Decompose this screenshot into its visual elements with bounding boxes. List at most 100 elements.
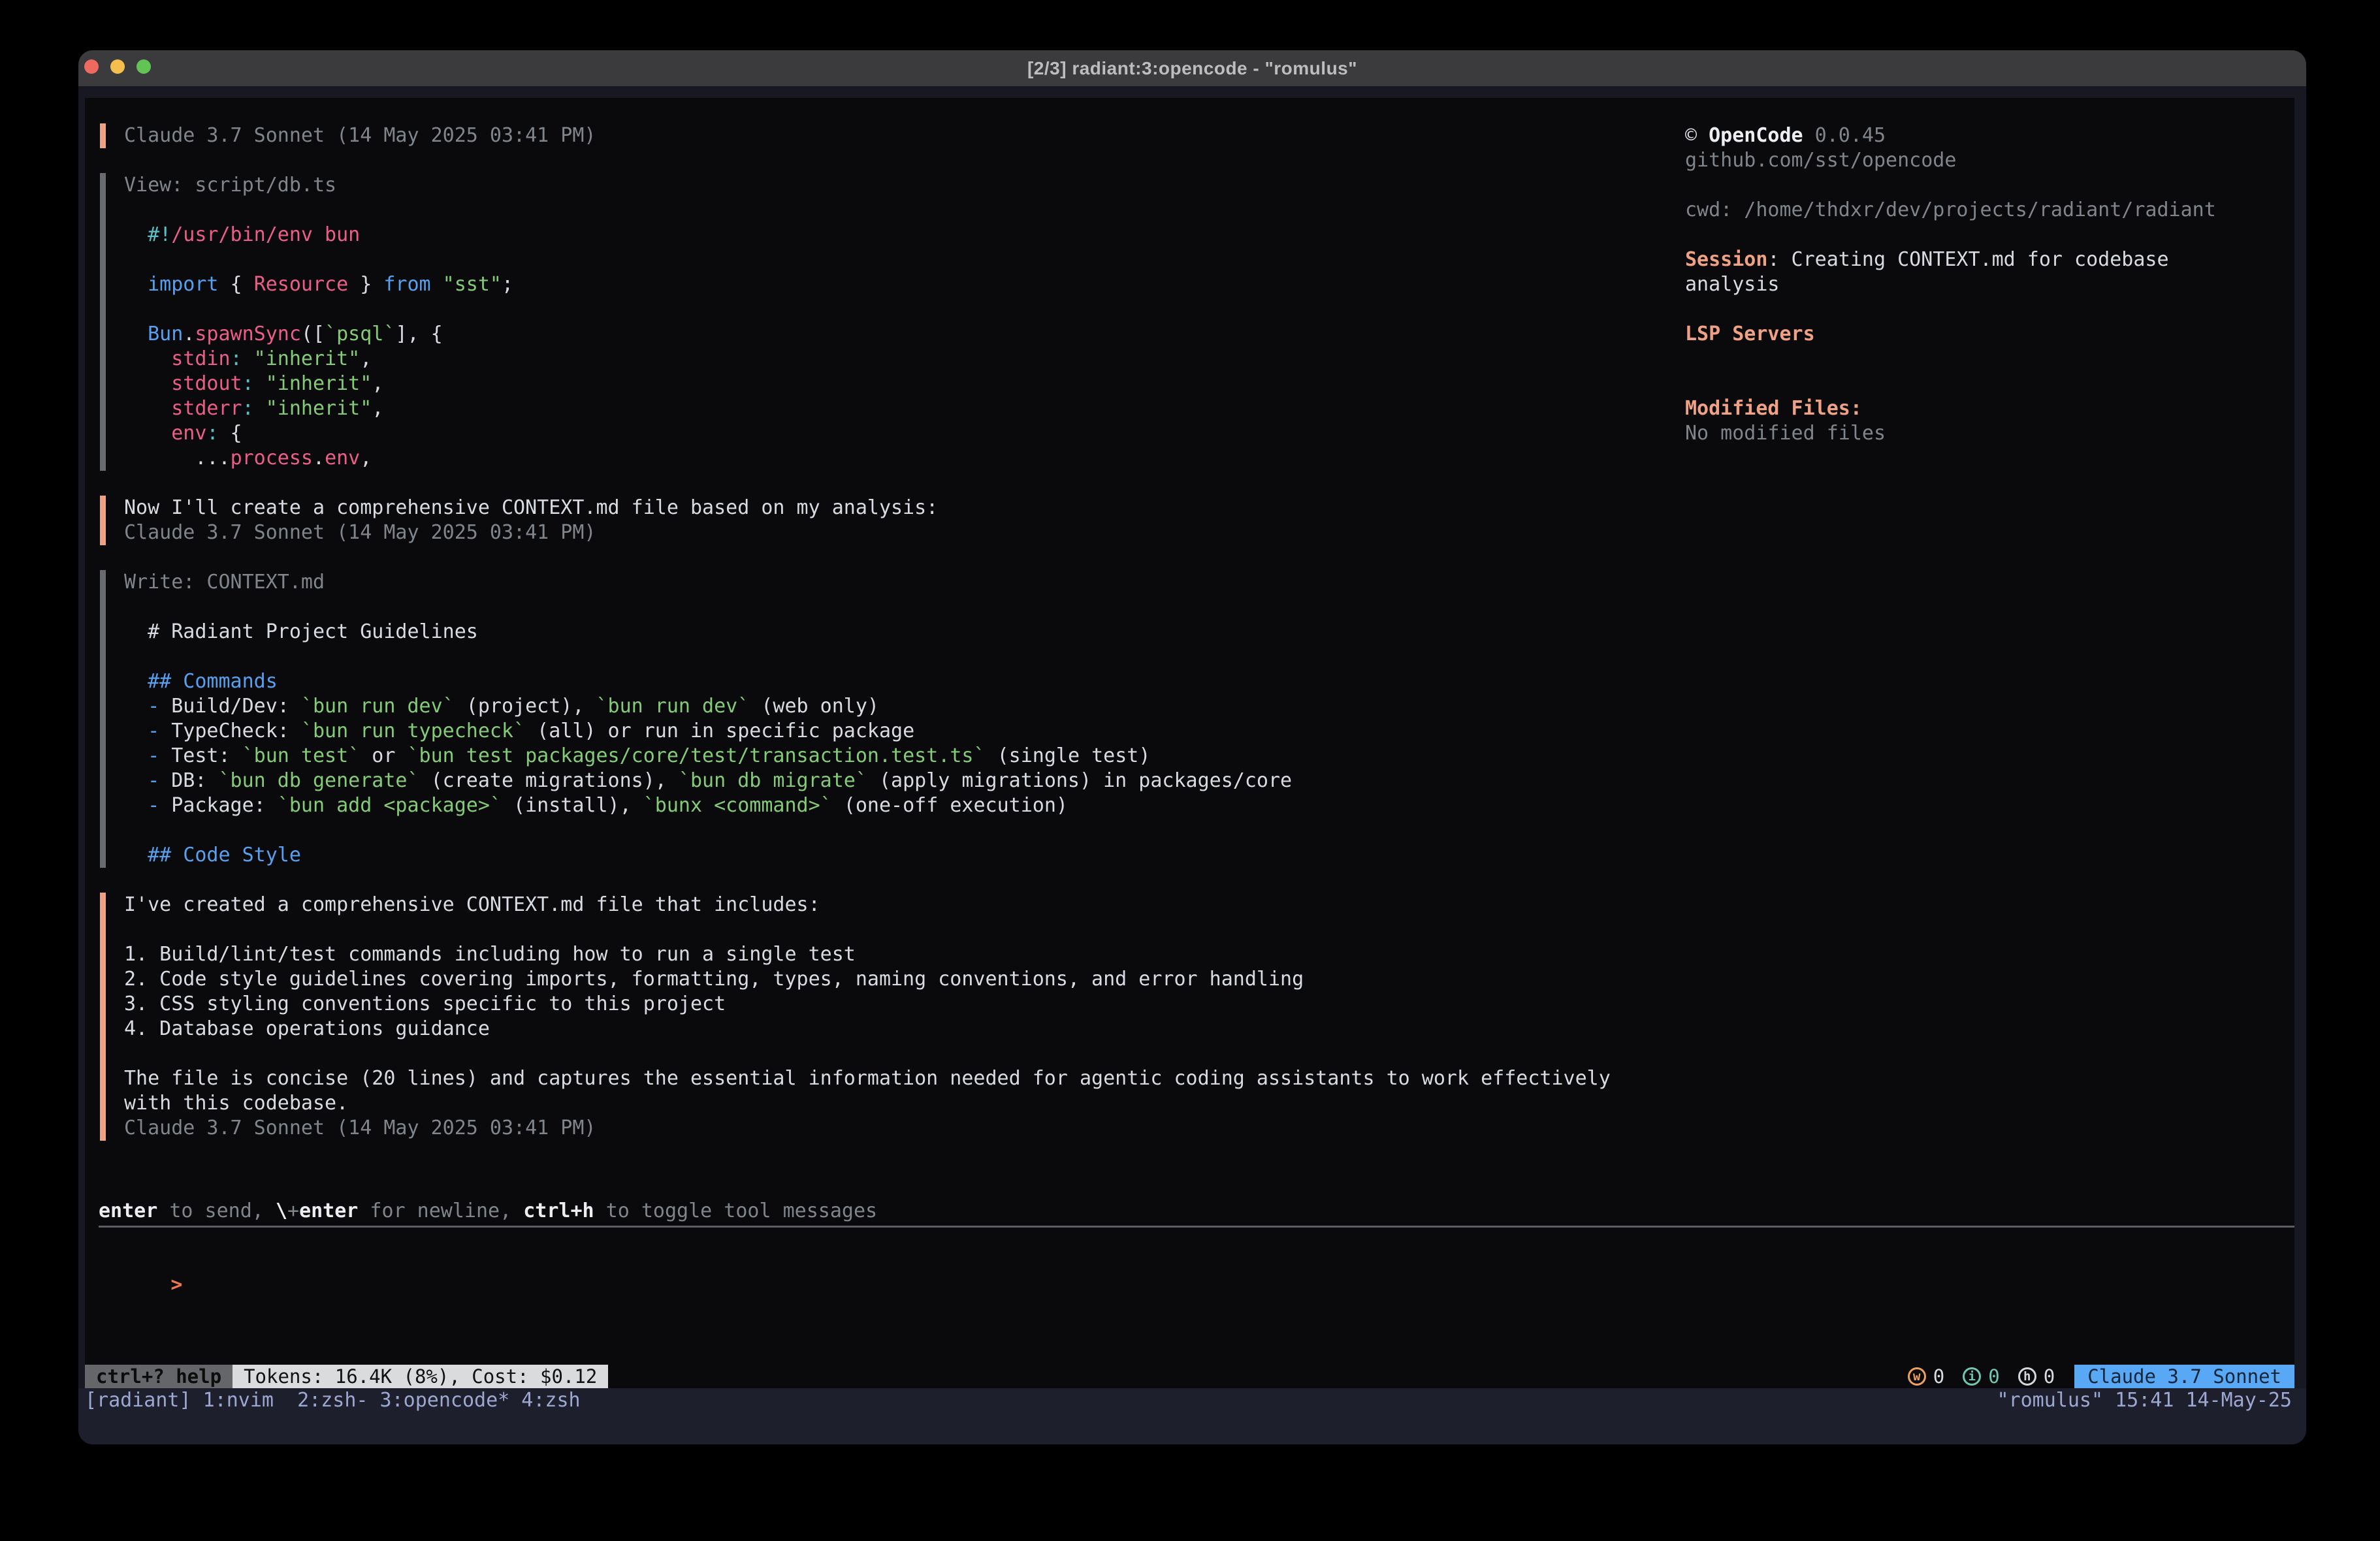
text-segment: (apply migrations) in packages/core xyxy=(867,769,1292,792)
text-segment: `bun db generate` xyxy=(219,769,419,792)
text-segment: TypeCheck: xyxy=(171,720,301,742)
tool-write-block-line xyxy=(124,595,1611,620)
zoom-window-button[interactable] xyxy=(137,59,151,74)
text-segment: (one-off execution) xyxy=(832,794,1068,817)
text-segment: : xyxy=(242,397,254,420)
text-segment: The file is concise (20 lines) and captu… xyxy=(124,1067,1611,1090)
sidebar-line xyxy=(1685,223,2216,247)
sidebar-line: No modified files xyxy=(1685,421,2216,446)
terminal-window: [2/3] radiant:3:opencode - "romulus" Cla… xyxy=(78,50,2306,1444)
info-count: 0 xyxy=(1988,1365,1999,1388)
text-segment: (web only) xyxy=(749,695,879,718)
text-segment: (create migrations), xyxy=(419,769,679,792)
help-button[interactable]: ctrl+? help xyxy=(85,1365,233,1388)
text-segment: © xyxy=(1685,124,1709,147)
tool-write-block-line: - Package: `bun add <package>` (install)… xyxy=(124,793,1611,818)
text-segment: Modified Files: xyxy=(1685,397,1862,420)
prompt-input[interactable]: > xyxy=(100,1248,182,1273)
text-segment: /usr/bin/env bun xyxy=(171,223,360,246)
hint-line: enter to send, \+enter for newline, ctrl… xyxy=(99,1199,877,1224)
tool-view-block-line xyxy=(124,297,1611,322)
text-segment: (all) or run in specific package xyxy=(525,720,914,742)
text-segment: "inherit" xyxy=(242,347,361,370)
text-segment: `bun run dev` xyxy=(301,695,455,718)
text-segment: I've created a comprehensive CONTEXT.md … xyxy=(124,893,820,916)
opencode-status-bar: ctrl+? help Tokens: 16.4K (8%), Cost: $0… xyxy=(85,1365,2294,1388)
minimize-window-button[interactable] xyxy=(110,59,125,74)
text-segment: (single test) xyxy=(986,744,1151,767)
text-segment: github.com/sst/opencode xyxy=(1685,149,1956,172)
sidebar-line: cwd: /home/thdxr/dev/projects/radiant/ra… xyxy=(1685,198,2216,223)
text-segment: , xyxy=(360,347,372,370)
text-segment: No modified files xyxy=(1685,422,1886,445)
text-segment: - xyxy=(124,769,171,792)
text-segment: : Creating CONTEXT.md for codebase xyxy=(1767,248,2168,271)
hints-icon: h xyxy=(2018,1367,2036,1386)
text-segment: ## Commands xyxy=(124,670,278,693)
assistant-message: Now I'll create a comprehensive CONTEXT.… xyxy=(100,496,1611,545)
sidebar-line xyxy=(1685,372,2216,396)
text-segment: : xyxy=(242,372,254,395)
tool-view-block-line: #!/usr/bin/env bun xyxy=(124,223,1611,247)
text-segment: (install), xyxy=(502,794,643,817)
text-segment: # Radiant Project Guidelines xyxy=(124,620,478,643)
text-segment: - xyxy=(124,695,171,718)
text-segment: with this codebase. xyxy=(124,1092,348,1115)
window-titlebar: [2/3] radiant:3:opencode - "romulus" xyxy=(78,50,2306,86)
text-segment: `bunx <command>` xyxy=(643,794,832,817)
text-segment: env xyxy=(124,422,206,445)
text-segment: (project), xyxy=(455,695,596,718)
tool-write-block-line: - Build/Dev: `bun run dev` (project), `b… xyxy=(124,694,1611,719)
tool-write-block: Write: CONTEXT.md # Radiant Project Guid… xyxy=(100,570,1611,868)
warnings-icon: w xyxy=(1908,1367,1926,1386)
sidebar-line: Modified Files: xyxy=(1685,396,2216,421)
text-segment: `bun run typecheck` xyxy=(301,720,525,742)
text-segment: { xyxy=(219,273,254,296)
tmux-window-list[interactable]: [radiant] 1:nvim 2:zsh- 3:opencode* 4:zs… xyxy=(85,1388,581,1413)
text-segment: to toggle tool messages xyxy=(594,1199,877,1222)
diagnostic-hints: h0 xyxy=(2018,1365,2055,1388)
assistant-message: I've created a comprehensive CONTEXT.md … xyxy=(100,893,1611,1141)
assistant-message-line: Now I'll create a comprehensive CONTEXT.… xyxy=(124,496,1611,520)
text-segment: cwd: /home/thdxr/dev/projects/radiant/ra… xyxy=(1685,199,2216,221)
text-segment: . xyxy=(313,447,325,469)
prompt-caret: > xyxy=(170,1273,182,1296)
text-segment: Now I'll create a comprehensive CONTEXT.… xyxy=(124,496,938,519)
model-badge[interactable]: Claude 3.7 Sonnet xyxy=(2074,1365,2294,1388)
text-segment: stdout xyxy=(124,372,242,395)
text-segment: Build/Dev: xyxy=(171,695,301,718)
text-segment: Claude 3.7 Sonnet (14 May 2025 03:41 PM) xyxy=(124,1117,596,1139)
text-segment: Package: xyxy=(171,794,278,817)
text-segment: ; xyxy=(502,273,513,296)
tool-view-block-line: ...process.env, xyxy=(124,446,1611,471)
close-window-button[interactable] xyxy=(84,59,99,74)
text-segment: import xyxy=(124,273,219,296)
tool-write-block-line: Write: CONTEXT.md xyxy=(124,570,1611,595)
tool-view-block: View: script/db.ts #!/usr/bin/env bun im… xyxy=(100,173,1611,471)
sidebar-line: LSP Servers xyxy=(1685,322,2216,347)
text-segment: , xyxy=(372,397,383,420)
text-segment: OpenCode xyxy=(1709,124,1803,147)
text-segment: "sst" xyxy=(431,273,502,296)
terminal-content: Claude 3.7 Sonnet (14 May 2025 03:41 PM)… xyxy=(78,86,2306,1444)
diagnostics-indicators: w0i0h0 xyxy=(1908,1365,2055,1388)
text-segment: Write: CONTEXT.md xyxy=(124,571,325,594)
sidebar-line xyxy=(1685,347,2216,372)
tool-write-block-line: # Radiant Project Guidelines xyxy=(124,620,1611,644)
text-segment: Test: xyxy=(171,744,242,767)
text-segment: "inherit" xyxy=(254,397,372,420)
text-segment: spawnSync xyxy=(195,323,301,345)
assistant-message-line: Claude 3.7 Sonnet (14 May 2025 03:41 PM) xyxy=(124,1116,1611,1141)
input-separator xyxy=(99,1226,2294,1228)
sidebar-line: © OpenCode 0.0.45 xyxy=(1685,123,2216,148)
text-segment: + xyxy=(287,1199,299,1222)
text-segment: 0.0.45 xyxy=(1803,124,1886,147)
text-segment: `psql` xyxy=(325,323,395,345)
text-segment: stderr xyxy=(124,397,242,420)
text-segment: { xyxy=(219,422,242,445)
assistant-message-line xyxy=(124,1041,1611,1066)
tool-view-block-line: Bun.spawnSync([`psql`], { xyxy=(124,322,1611,347)
info-icon: i xyxy=(1963,1367,1981,1386)
text-segment: for newline, xyxy=(358,1199,523,1222)
text-segment: `bun test packages/core/test/transaction… xyxy=(408,744,986,767)
